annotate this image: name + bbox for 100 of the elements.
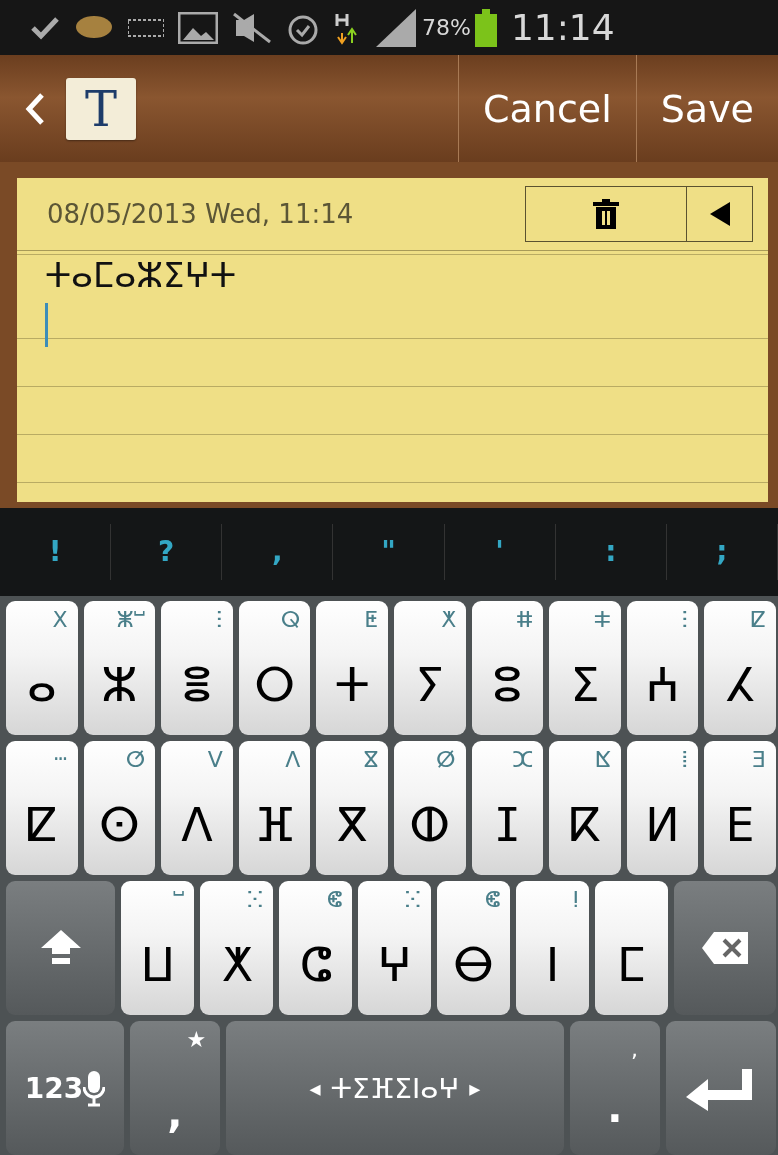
key-character: ⴱ (453, 938, 494, 992)
arrow-left-glyph: ◂ (309, 1075, 321, 1101)
letter-key[interactable]: ⴵ ⴳ (316, 741, 388, 875)
key-character: ⵖ (377, 938, 412, 992)
alternate-character: ⵂ (681, 747, 689, 772)
letter-key[interactable]: ⵗ ⴻ (161, 601, 233, 735)
mute-icon (232, 11, 272, 44)
alternate-character: ⵑ (572, 887, 579, 912)
key-character: ⵓ (492, 658, 522, 712)
letter-key[interactable]: ⵂ ⵍ (626, 741, 699, 875)
alternate-character: ⴷ (285, 747, 301, 772)
key-character: ⵎ (617, 938, 646, 992)
punctuation-key[interactable]: ; (666, 523, 778, 580)
letter-key[interactable]: ⵥⵯ ⵣ (83, 601, 156, 735)
key-character: ⵃ (725, 658, 755, 712)
punctuation-key[interactable]: , (222, 523, 334, 580)
numbers-key[interactable]: 123 (6, 1021, 124, 1155)
letter-key[interactable]: ⴺ ⴹ (704, 741, 776, 875)
letter-key[interactable]: ⵞ ⴱ (437, 881, 510, 1015)
key-character: ⵇ (26, 798, 58, 852)
battery-percent: 78% (422, 15, 471, 41)
backspace-key[interactable] (673, 881, 776, 1015)
letter-key[interactable]: ⵘ ⵖ (358, 881, 432, 1015)
letter-key[interactable]: ⴸ ⴷ (161, 741, 233, 875)
letter-key[interactable]: ⵇ ⵃ (704, 601, 776, 735)
alternate-character: ⵚ (125, 747, 146, 772)
alternate-character: ⵞ (326, 887, 343, 912)
alternate-character: ⵯ (172, 887, 185, 912)
letter-key[interactable]: ⵅ ⵢ (393, 601, 466, 735)
letter-key[interactable]: ⵈ ⵇ (6, 741, 78, 875)
letter-key[interactable]: ⵋ ⵊ (471, 741, 544, 875)
alternate-character: ⵞ (484, 887, 500, 912)
key-character: ⵉ (570, 658, 600, 712)
letter-key[interactable]: ⵌ ⵓ (471, 601, 544, 735)
shift-key[interactable] (6, 881, 116, 1015)
alternate-character: ⵟ (364, 607, 378, 632)
alternate-character: ⵁ (436, 747, 456, 772)
punctuation-key[interactable]: ? (111, 523, 223, 580)
language-label: ⵜⵉⴼⵉⵏⴰⵖ (330, 1071, 460, 1105)
alternate-character: ⵇ (750, 607, 766, 632)
space-key[interactable]: ◂ ⵜⵉⴼⵉⵏⴰⵖ ▸ (226, 1021, 564, 1155)
letter-key[interactable]: ⵞ ⵛ (279, 881, 353, 1015)
alternate-character: ⵅ (441, 607, 456, 632)
letter-key[interactable]: ⵎ (594, 881, 668, 1015)
key-character: ⴻ (181, 658, 213, 712)
key-character: ⵔ (254, 658, 295, 712)
text-cursor (45, 303, 48, 348)
letter-key[interactable]: ⵝ ⴰ (6, 601, 78, 735)
microphone-icon (83, 1069, 106, 1107)
enter-key[interactable] (666, 1021, 776, 1155)
key-character: ⵛ (299, 938, 332, 992)
alternate-character: ★ (186, 1027, 207, 1052)
letter-key[interactable]: ⴿ ⴽ (549, 741, 621, 875)
letter-key[interactable]: ⵁ ⵀ (393, 741, 466, 875)
keyboard-icon (128, 17, 164, 38)
alternate-character: , (631, 1037, 639, 1062)
comma-key[interactable]: ★ , (129, 1021, 221, 1155)
letter-key[interactable]: ⵟ ⵜ (316, 601, 388, 735)
key-character: ⵊ (495, 798, 519, 852)
alternate-character: ⵗ (215, 607, 223, 632)
clock: 11:14 (510, 7, 615, 49)
letter-key[interactable]: ⵘ ⵅ (200, 881, 274, 1015)
trash-icon (593, 199, 619, 230)
key-character: ⵡ (140, 938, 176, 992)
period-key[interactable]: , . (569, 1021, 661, 1155)
letter-key[interactable]: ⴷ ⴼ (238, 741, 311, 875)
triangle-left-icon (709, 202, 730, 227)
key-character: ⴹ (725, 798, 755, 852)
alternate-character: ⵘ (246, 887, 264, 912)
punctuation-key[interactable]: ! (0, 523, 112, 580)
note-text[interactable]: ⵜⴰⵎⴰⵣⵉⵖⵜ (17, 251, 768, 296)
signal-icon (374, 8, 418, 47)
key-character: ⵀ (409, 798, 451, 852)
letter-key[interactable]: ⵯ ⵡ (121, 881, 195, 1015)
key-character: . (607, 1085, 623, 1131)
alternate-character: ⵥⵯ (116, 607, 146, 632)
letter-key[interactable]: ⵑ ⵏ (516, 881, 589, 1015)
back-icon[interactable] (24, 91, 46, 126)
key-character: ⵄ (645, 658, 680, 712)
key-character: ⵅ (221, 938, 252, 992)
alternate-character: ⴺ (752, 747, 766, 772)
letter-key[interactable]: ⵗ ⵄ (626, 601, 699, 735)
letter-key[interactable]: ⵕ ⵔ (238, 601, 311, 735)
alternate-character: ⴵ (364, 747, 378, 772)
key-character: ⴼ (254, 798, 295, 852)
punctuation-key[interactable]: : (555, 523, 667, 580)
key-character: ⵏ (545, 938, 560, 992)
image-icon (178, 11, 218, 44)
key-character: ⴳ (336, 798, 368, 852)
key-character: ⴽ (569, 798, 601, 852)
alternate-character: ⵐ (593, 607, 611, 632)
key-character: ⵍ (645, 798, 680, 852)
alternate-character: ⵋ (512, 747, 534, 772)
punctuation-key[interactable]: ' (444, 523, 556, 580)
app-icon: T (66, 77, 136, 140)
letter-key[interactable]: ⵐ ⵉ (549, 601, 621, 735)
letter-key[interactable]: ⵚ ⵙ (83, 741, 156, 875)
punctuation-key[interactable]: " (333, 523, 445, 580)
check-icon (30, 15, 60, 40)
numbers-label: 123 (24, 1071, 84, 1105)
